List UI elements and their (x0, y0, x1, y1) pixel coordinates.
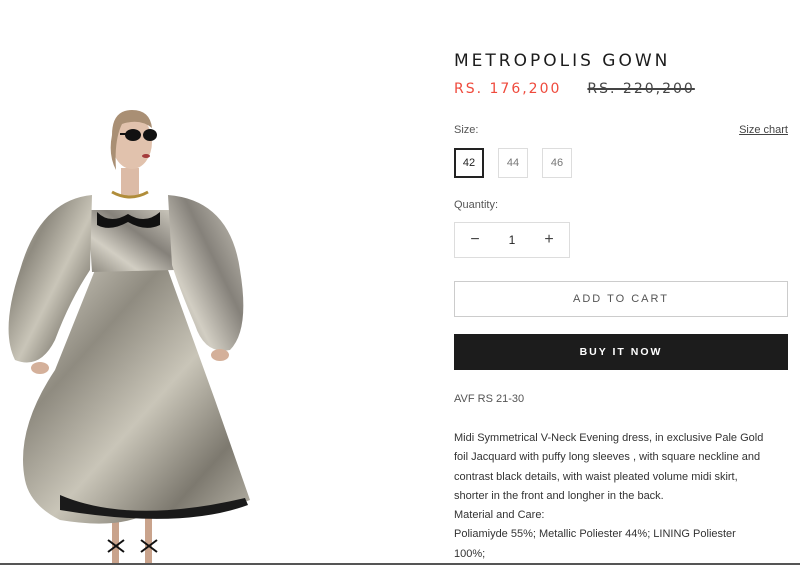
size-option-46[interactable]: 46 (542, 148, 572, 178)
description-line: shorter in the front and longher in the … (454, 489, 664, 502)
decrement-button[interactable]: − (465, 231, 485, 249)
product-details-panel: METROPOLIS GOWN RS. 176,200 RS. 220,200 … (454, 0, 790, 567)
description-line: 100%; (454, 547, 486, 560)
product-title: METROPOLIS GOWN (454, 51, 671, 72)
quantity-value[interactable]: 1 (509, 233, 516, 247)
avf-note: AVF RS 21-30 (454, 393, 525, 405)
description-line: Midi Symmetrical V-Neck Evening dress, i… (454, 432, 764, 444)
size-option-42[interactable]: 42 (454, 148, 484, 178)
description-line: Poliamiyde 55%; Metallic Poliester 44%; … (454, 528, 736, 541)
description-line: foil Jacquard with puffy long sleeves , … (454, 451, 761, 464)
size-selector: 42 44 46 (454, 148, 572, 178)
bottom-divider (0, 563, 800, 565)
increment-button[interactable]: + (539, 231, 559, 249)
size-label: Size: (454, 124, 479, 136)
price-row: RS. 176,200 RS. 220,200 (454, 81, 695, 97)
description-line: Material and Care: (454, 509, 545, 522)
product-description: Midi Symmetrical V-Neck Evening dress, i… (454, 429, 790, 564)
size-chart-link[interactable]: Size chart (739, 124, 788, 136)
sale-price: RS. 176,200 (454, 81, 562, 97)
compare-at-price: RS. 220,200 (587, 81, 695, 97)
description-line: contrast black details, with waist pleat… (454, 470, 738, 483)
quantity-stepper: − 1 + (454, 222, 570, 258)
product-photo[interactable] (0, 100, 260, 567)
buy-it-now-button[interactable]: BUY IT NOW (454, 334, 788, 370)
size-option-44[interactable]: 44 (498, 148, 528, 178)
product-image-area[interactable] (0, 0, 430, 567)
quantity-label: Quantity: (454, 199, 499, 211)
add-to-cart-button[interactable]: ADD TO CART (454, 281, 788, 317)
